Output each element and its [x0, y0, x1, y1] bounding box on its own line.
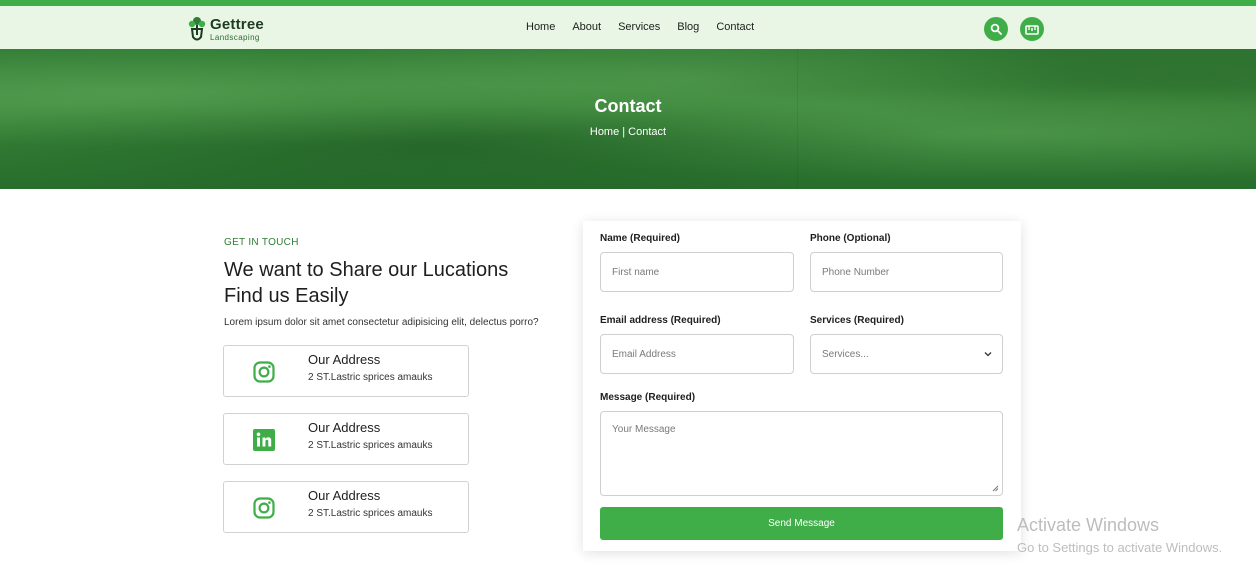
cart-button[interactable] [1020, 17, 1044, 41]
card-address: 2 ST.Lastric sprices amauks [308, 508, 433, 519]
services-label: Services (Required) [810, 315, 904, 326]
address-card: Our Address 2 ST.Lastric sprices amauks [223, 413, 469, 465]
section-lead: Lorem ipsum dolor sit amet consectetur a… [224, 317, 539, 328]
card-title: Our Address [308, 352, 381, 367]
search-button[interactable] [984, 17, 1008, 41]
card-title: Our Address [308, 420, 381, 435]
windows-activation-title: Activate Windows [1017, 515, 1160, 535]
brand-logo[interactable]: Gettree Landscaping [187, 14, 264, 44]
tree-logo-icon [188, 17, 206, 41]
services-select[interactable]: Services... [810, 334, 1003, 374]
contact-intro: GET IN TOUCH We want to Share our Lucati… [224, 237, 574, 328]
phone-field[interactable]: Phone Number [810, 252, 1003, 292]
cart-icon [1025, 25, 1039, 35]
instagram-icon [253, 361, 275, 383]
section-eyebrow: GET IN TOUCH [224, 237, 299, 248]
section-headline: We want to Share our Lucations Find us E… [224, 257, 574, 309]
contact-form: Name (Required) First name Phone (Option… [583, 221, 1021, 551]
site-header: Gettree Landscaping Home About Services … [0, 6, 1256, 49]
headline-line-1: We want to Share our Lucations [224, 259, 509, 281]
main-nav: Home About Services Blog Contact [526, 21, 771, 33]
card-address: 2 ST.Lastric sprices amauks [308, 440, 433, 451]
linkedin-icon [253, 429, 275, 451]
instagram-icon [253, 497, 275, 519]
first-name-field[interactable]: First name [600, 252, 794, 292]
phone-label: Phone (Optional) [810, 233, 891, 244]
email-label: Email address (Required) [600, 315, 721, 326]
nav-services[interactable]: Services [618, 21, 660, 33]
nav-blog[interactable]: Blog [677, 21, 699, 33]
address-card: Our Address 2 ST.Lastric sprices amauks [223, 345, 469, 397]
nav-home[interactable]: Home [526, 21, 555, 33]
card-title: Our Address [308, 488, 381, 503]
message-label: Message (Required) [600, 392, 696, 403]
headline-line-2: Find us Easily [224, 285, 349, 307]
breadcrumb[interactable]: Home | Contact [0, 126, 1256, 138]
message-placeholder: Your Message [612, 424, 676, 435]
message-field[interactable]: Your Message [600, 411, 1003, 496]
chevron-down-icon [984, 352, 992, 357]
page-title: Contact [594, 96, 662, 116]
send-message-button[interactable]: Send Message [600, 507, 1003, 540]
services-selected-value: Services... [822, 348, 869, 360]
windows-activation-hint: Go to Settings to activate Windows. [1017, 540, 1223, 555]
card-address: 2 ST.Lastric sprices amauks [308, 372, 433, 383]
page-hero-banner: Contact Home | Contact [0, 49, 1256, 189]
address-card: Our Address 2 ST.Lastric sprices amauks [223, 481, 469, 533]
brand-name: Gettree [210, 15, 264, 33]
nav-about[interactable]: About [572, 21, 601, 33]
email-field[interactable]: Email Address [600, 334, 794, 374]
brand-tagline: Landscaping [210, 32, 260, 42]
name-label: Name (Required) [600, 233, 681, 244]
resize-handle-icon[interactable] [992, 485, 999, 492]
search-icon [990, 23, 1002, 35]
nav-contact[interactable]: Contact [716, 21, 754, 33]
